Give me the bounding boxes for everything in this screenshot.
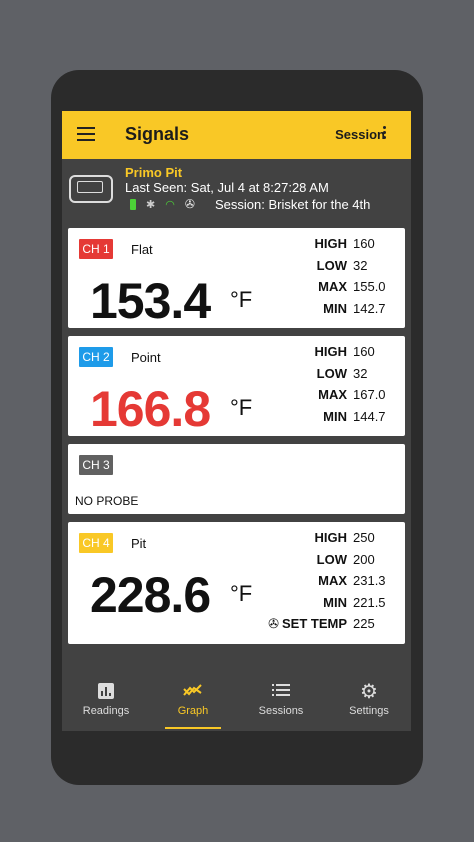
gear-icon: ⚙ <box>360 681 378 703</box>
channel-stats: HIGH 160 LOW 32 MAX 155.0 MIN 142.7 <box>237 236 393 322</box>
nav-settings[interactable]: ⚙ Settings <box>325 671 411 717</box>
channel-card-2[interactable]: CH 2 Point 166.8 °F HIGH 160 LOW 32 MAX 167… <box>68 336 405 437</box>
low-value: 32 <box>353 257 368 273</box>
temperature-reading: 166.8 <box>90 381 211 437</box>
active-tab-indicator <box>165 727 221 729</box>
set-temp-label: ✇ SET TEMP <box>268 616 347 631</box>
max-label: MAX <box>318 387 347 402</box>
high-value: 160 <box>353 344 375 359</box>
device-image-icon <box>69 175 113 203</box>
nav-readings[interactable]: Readings <box>62 671 150 717</box>
high-label: HIGH <box>314 530 348 545</box>
min-label: MIN <box>323 594 347 610</box>
min-value: 221.5 <box>353 594 386 610</box>
channel-name: Point <box>131 350 161 365</box>
min-value: 142.7 <box>353 300 386 316</box>
nav-label: Graph <box>177 705 209 717</box>
channel-card-4[interactable]: CH 4 Pit 228.6 °F HIGH 250 LOW 200 MAX 231.… <box>68 522 405 644</box>
bar-chart-icon <box>62 682 150 702</box>
max-label: MAX <box>318 279 347 294</box>
channel-stats: HIGH 160 LOW 32 MAX 167.0 MIN 144.7 <box>237 344 393 430</box>
nav-sessions[interactable]: Sessions <box>237 671 325 717</box>
session-name: Session: Brisket for the 4th <box>215 197 371 212</box>
channel-name: Flat <box>131 242 153 257</box>
nav-label: Sessions <box>258 705 304 717</box>
channel-badge: CH 3 <box>79 455 113 475</box>
app-screen: Signals Session Primo Pit Last Seen: Sat… <box>62 111 411 731</box>
device-header: Primo Pit Last Seen: Sat, Jul 4 at 8:27:… <box>62 159 411 221</box>
high-value: 250 <box>353 530 375 545</box>
high-value: 160 <box>353 236 375 251</box>
channel-stats: HIGH 250 LOW 200 MAX 231.3 MIN 221.5 ✇ SET TE… <box>237 530 393 638</box>
bottom-navigation: Readings Graph Sessions ⚙ Settings <box>62 671 411 731</box>
min-label: MIN <box>323 300 347 316</box>
low-value: 200 <box>353 551 375 567</box>
low-label: LOW <box>316 365 347 381</box>
low-label: LOW <box>316 551 347 567</box>
min-value: 144.7 <box>353 408 386 424</box>
list-icon <box>237 682 325 702</box>
fan-icon: ✇ <box>268 616 279 631</box>
max-value: 167.0 <box>353 387 386 402</box>
channel-card-3[interactable]: CH 3 NO PROBE <box>68 444 405 514</box>
menu-icon[interactable] <box>77 127 95 141</box>
device-status-icons: ✱ ◠ ✇ <box>130 197 195 211</box>
low-value: 32 <box>353 365 368 381</box>
temperature-reading: 153.4 <box>90 273 211 329</box>
channel-badge: CH 1 <box>79 239 113 259</box>
wifi-icon: ◠ <box>165 198 175 211</box>
battery-icon <box>130 198 136 210</box>
high-label: HIGH <box>314 236 348 251</box>
fan-icon: ✇ <box>184 197 195 211</box>
min-label: MIN <box>323 408 347 424</box>
no-probe-status: NO PROBE <box>75 494 139 508</box>
app-bar: Signals Session <box>62 111 411 159</box>
more-vert-icon[interactable] <box>383 126 387 142</box>
channel-badge: CH 4 <box>79 533 113 553</box>
device-name: Primo Pit <box>125 165 183 180</box>
last-seen: Last Seen: Sat, Jul 4 at 8:27:28 AM <box>125 180 329 195</box>
nav-label: Settings <box>349 705 389 717</box>
bluetooth-icon: ✱ <box>146 198 156 211</box>
nav-graph[interactable]: Graph <box>149 671 237 729</box>
channel-name: Pit <box>131 536 147 551</box>
max-label: MAX <box>318 573 347 588</box>
max-value: 231.3 <box>353 573 386 588</box>
app-title: Signals <box>125 124 190 144</box>
max-value: 155.0 <box>353 279 386 294</box>
channel-card-1[interactable]: CH 1 Flat 153.4 °F HIGH 160 LOW 32 MAX 155.… <box>68 228 405 329</box>
low-label: LOW <box>316 257 347 273</box>
channel-badge: CH 2 <box>79 347 113 367</box>
temperature-reading: 228.6 <box>90 567 211 623</box>
session-button[interactable]: Session <box>335 127 385 142</box>
high-label: HIGH <box>314 344 348 359</box>
nav-label: Readings <box>82 705 130 717</box>
trending-icon <box>149 682 237 702</box>
set-temp-value: 225 <box>353 616 375 631</box>
